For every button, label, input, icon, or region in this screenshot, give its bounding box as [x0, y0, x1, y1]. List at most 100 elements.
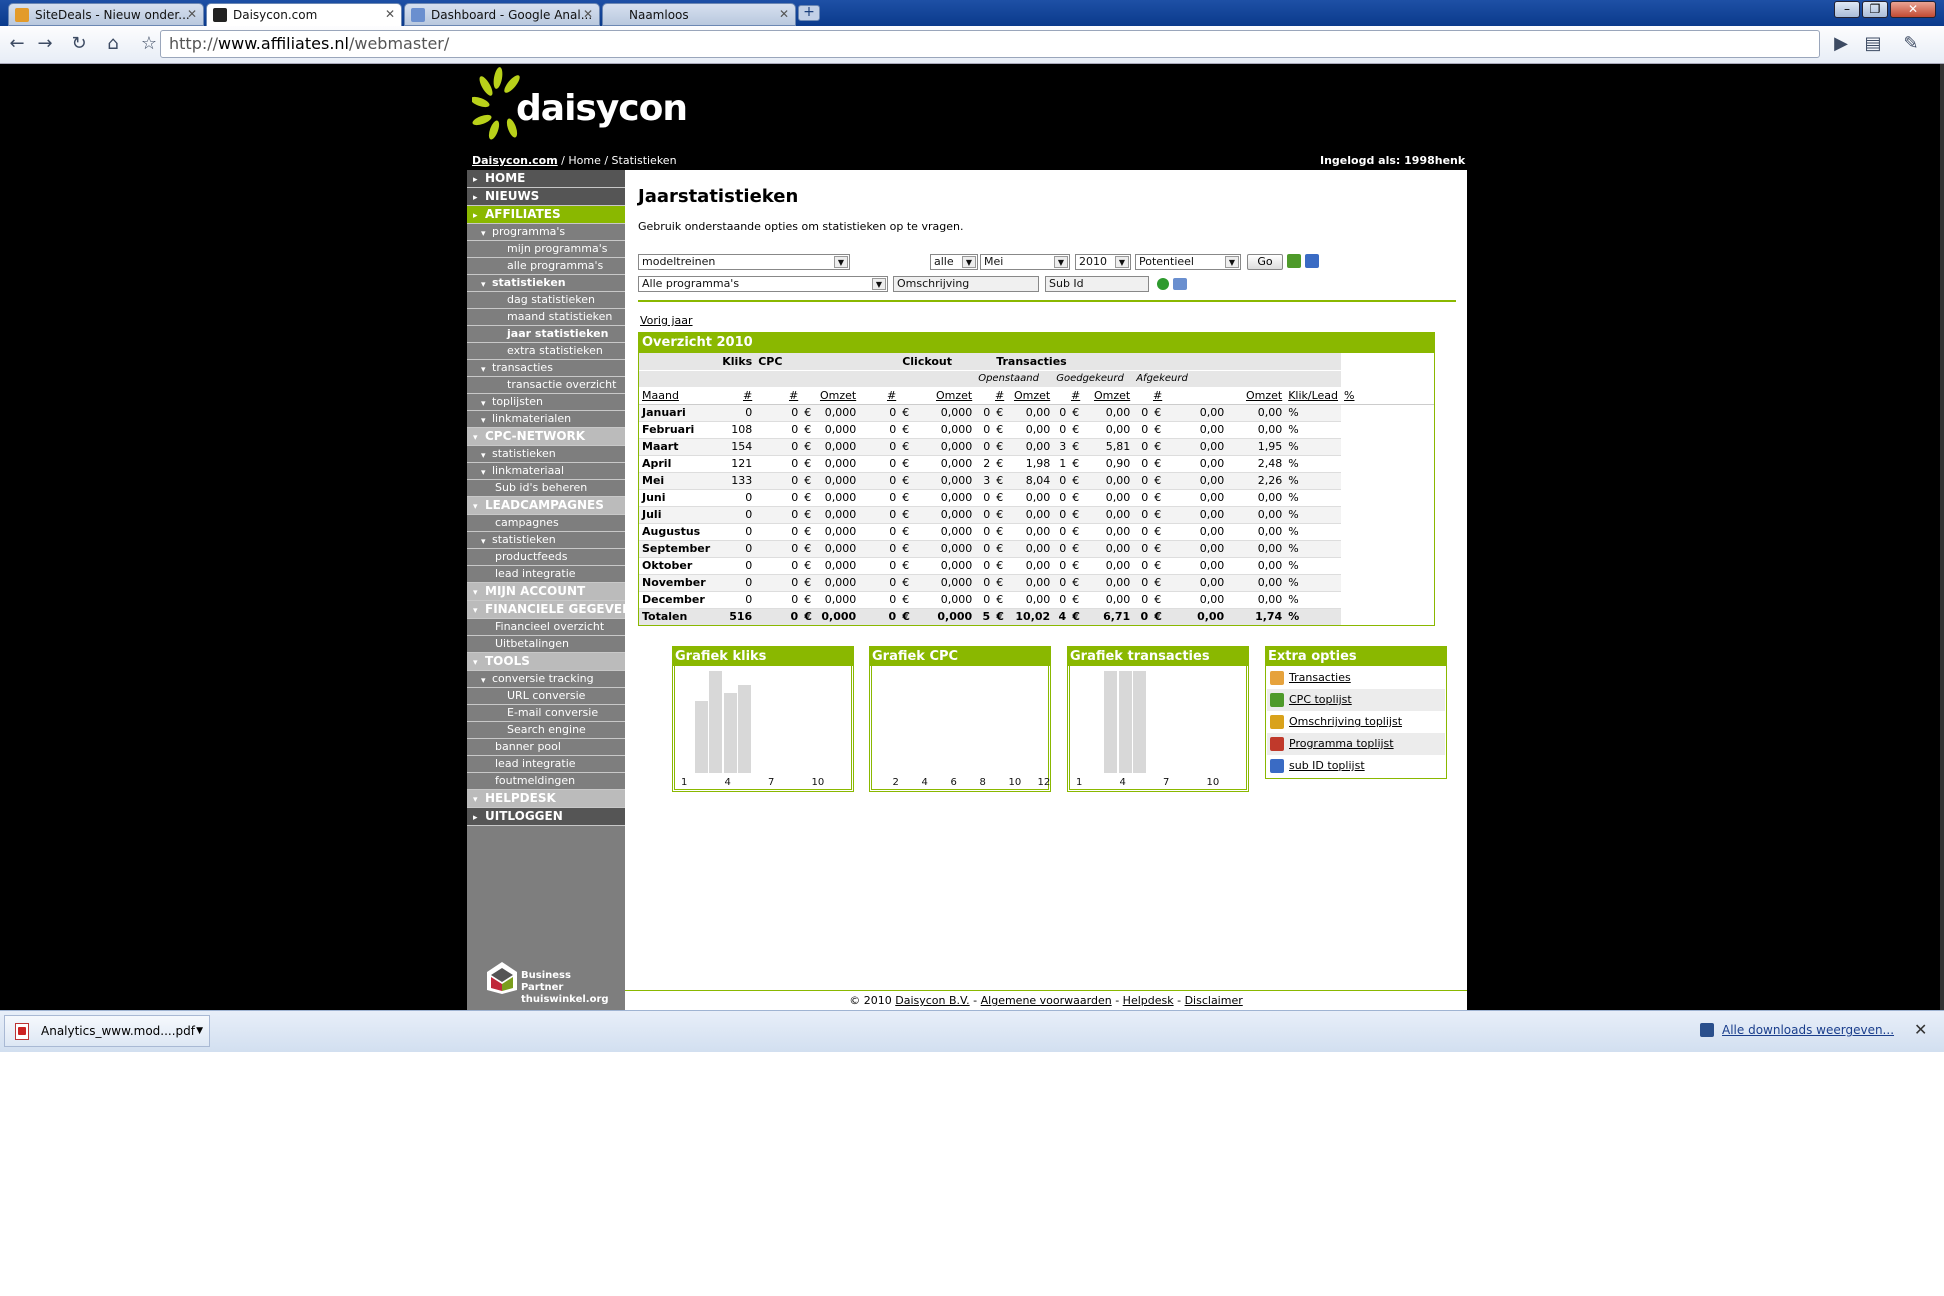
sidebar-item-mijn-account[interactable]: ▾ MIJN ACCOUNT	[467, 583, 625, 601]
back-icon[interactable]: ←	[6, 33, 28, 55]
sidebar-item-banner-pool[interactable]: banner pool	[467, 739, 625, 756]
sidebar-item-affiliates[interactable]: ▸ AFFILIATES	[467, 206, 625, 224]
column-header[interactable]: #	[713, 387, 756, 405]
daisycon-logo[interactable]: daisycon	[472, 66, 692, 154]
search-icon[interactable]	[1173, 278, 1187, 290]
sidebar-item-maand-statistieken[interactable]: maand statistieken	[467, 309, 625, 326]
footer-helpdesk-link[interactable]: Helpdesk	[1123, 994, 1174, 1007]
sidebar-item-transacties[interactable]: ▾ transacties	[467, 360, 625, 377]
close-tab-icon[interactable]: ✕	[583, 7, 593, 21]
sidebar-item-statistieken[interactable]: ▾ statistieken	[467, 275, 625, 292]
column-header[interactable]: #	[1053, 387, 1084, 405]
show-all-downloads-link[interactable]: Alle downloads weergeven...	[1699, 1023, 1894, 1037]
column-header[interactable]: #	[859, 387, 900, 405]
sidebar-item-productfeeds[interactable]: productfeeds	[467, 549, 625, 566]
chevron-down-icon[interactable]: ▼	[196, 1016, 203, 1046]
maximize-button[interactable]: ❐	[1862, 1, 1888, 18]
forward-icon[interactable]: →	[34, 33, 56, 55]
download-item[interactable]: Analytics_www.mod....pdf ▼	[4, 1015, 210, 1047]
extra-option-programma-toplijst[interactable]: Programma toplijst	[1267, 733, 1445, 755]
sidebar-item-statistieken[interactable]: ▾ statistieken	[467, 446, 625, 463]
footer-disclaimer-link[interactable]: Disclaimer	[1185, 994, 1243, 1007]
close-tab-icon[interactable]: ✕	[385, 7, 395, 21]
close-tab-icon[interactable]: ✕	[187, 7, 197, 21]
sidebar-item-jaar-statistieken[interactable]: jaar statistieken	[467, 326, 625, 343]
sidebar-item-toplijsten[interactable]: ▾ toplijsten	[467, 394, 625, 411]
minimize-button[interactable]: –	[1834, 1, 1860, 18]
address-bar[interactable]: http://www.affiliates.nl/webmaster/	[160, 30, 1820, 58]
sidebar-item-mijn-programma-s[interactable]: mijn programma's	[467, 241, 625, 258]
sidebar-item-programma-s[interactable]: ▾ programma's	[467, 224, 625, 241]
extra-option-omschrijving-toplijst[interactable]: Omschrijving toplijst	[1267, 711, 1445, 733]
column-header[interactable]: #	[1133, 387, 1166, 405]
sidebar-item-alle-programma-s[interactable]: alle programma's	[467, 258, 625, 275]
scope-select[interactable]: alle ▼	[930, 254, 978, 270]
go-button[interactable]: Go	[1247, 254, 1283, 270]
sidebar-item-cpc-network[interactable]: ▾ CPC-NETWORK	[467, 428, 625, 446]
type-select[interactable]: Potentieel ▼	[1135, 254, 1241, 270]
star-icon[interactable]: ☆	[138, 33, 160, 55]
sidebar-item-leadcampagnes[interactable]: ▾ LEADCAMPAGNES	[467, 497, 625, 515]
sidebar-item-lead-integratie[interactable]: lead integratie	[467, 566, 625, 583]
scrollbar[interactable]	[1940, 64, 1944, 1010]
column-header[interactable]: %	[1341, 387, 1434, 405]
subid-input[interactable]: Sub Id	[1045, 276, 1149, 292]
sidebar-item-helpdesk[interactable]: ▾ HELPDESK	[467, 790, 625, 808]
sidebar-item-statistieken[interactable]: ▾ statistieken	[467, 532, 625, 549]
reload-icon[interactable]: ↻	[68, 33, 90, 55]
extra-option-sub-id-toplijst[interactable]: sub ID toplijst	[1267, 755, 1445, 777]
sidebar-item-dag-statistieken[interactable]: dag statistieken	[467, 292, 625, 309]
year-select[interactable]: 2010 ▼	[1075, 254, 1131, 270]
sidebar-item-uitbetalingen[interactable]: Uitbetalingen	[467, 636, 625, 653]
sidebar-item-extra-statistieken[interactable]: extra statistieken	[467, 343, 625, 360]
tab-naamloos[interactable]: Naamloos ✕	[602, 3, 796, 26]
breadcrumb-daisycon-link[interactable]: Daisycon.com	[472, 154, 558, 167]
sidebar-item-conversie-tracking[interactable]: ▾ conversie tracking	[467, 671, 625, 688]
extra-option-transacties[interactable]: Transacties	[1267, 667, 1445, 689]
month-select[interactable]: Mei ▼	[980, 254, 1070, 270]
column-header[interactable]: Klik/Lead	[1285, 387, 1342, 405]
sidebar-item-financiele-gegevens[interactable]: ▾ FINANCIELE GEGEVENS	[467, 601, 641, 619]
sidebar-item-tools[interactable]: ▾ TOOLS	[467, 653, 625, 671]
column-header[interactable]: Omzet	[1007, 387, 1054, 405]
check-icon[interactable]	[1157, 278, 1169, 290]
home-icon[interactable]: ⌂	[102, 33, 124, 55]
sidebar-item-url-conversie[interactable]: URL conversie	[467, 688, 625, 705]
column-header[interactable]: Omzet	[899, 387, 976, 405]
sidebar-item-sub-id-s-beheren[interactable]: Sub id's beheren	[467, 480, 625, 497]
sidebar-item-home[interactable]: ▸ HOME	[467, 170, 625, 188]
sidebar-item-transactie-overzicht[interactable]: transactie overzicht	[467, 377, 625, 394]
sidebar-item-nieuws[interactable]: ▸ NIEUWS	[467, 188, 625, 206]
page-menu-icon[interactable]: ▤	[1862, 33, 1884, 55]
tab-sitedeals[interactable]: SiteDeals - Nieuw onder... ✕	[8, 3, 204, 26]
play-icon[interactable]: ▶	[1830, 33, 1852, 55]
column-header[interactable]: #	[975, 387, 1008, 405]
previous-year-link[interactable]: Vorig jaar	[640, 314, 693, 327]
footer-terms-link[interactable]: Algemene voorwaarden	[981, 994, 1112, 1007]
column-header[interactable]: Omzet	[1083, 387, 1134, 405]
new-tab-button[interactable]: +	[798, 5, 820, 21]
sidebar-item-linkmaterialen[interactable]: ▾ linkmaterialen	[467, 411, 625, 428]
sidebar-item-uitloggen[interactable]: ▸ UITLOGGEN	[467, 808, 625, 826]
column-header[interactable]: #	[755, 387, 802, 405]
close-tab-icon[interactable]: ✕	[779, 7, 789, 21]
close-download-bar-icon[interactable]: ✕	[1914, 1020, 1927, 1039]
wrench-icon[interactable]: ✎	[1900, 33, 1922, 55]
tab-daisycon[interactable]: Daisycon.com ✕	[206, 3, 402, 27]
column-header[interactable]: Omzet	[801, 387, 860, 405]
close-window-button[interactable]: ✕	[1890, 1, 1936, 18]
tab-analytics[interactable]: Dashboard - Google Anal... ✕	[404, 3, 600, 26]
column-header[interactable]: Maand	[639, 387, 714, 405]
export-icon[interactable]	[1305, 254, 1319, 268]
all-programs-select[interactable]: Alle programma's ▼	[638, 276, 888, 292]
sidebar-item-linkmateriaal[interactable]: ▾ linkmateriaal	[467, 463, 625, 480]
sidebar-item-lead-integratie[interactable]: lead integratie	[467, 756, 625, 773]
footer-company-link[interactable]: Daisycon B.V.	[895, 994, 969, 1007]
sidebar-item-search-engine[interactable]: Search engine	[467, 722, 625, 739]
export-excel-icon[interactable]	[1287, 254, 1301, 268]
description-input[interactable]: Omschrijving	[893, 276, 1039, 292]
sidebar-item-financieel-overzicht[interactable]: Financieel overzicht	[467, 619, 625, 636]
sidebar-item-foutmeldingen[interactable]: foutmeldingen	[467, 773, 625, 790]
sidebar-item-campagnes[interactable]: campagnes	[467, 515, 625, 532]
program-select[interactable]: modeltreinen ▼	[638, 254, 850, 270]
